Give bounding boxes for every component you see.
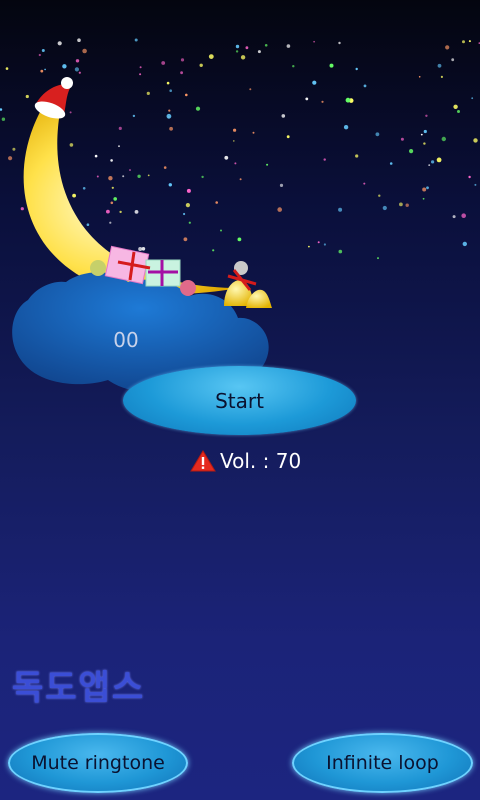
volume-indicator: Vol. : 70: [190, 447, 301, 475]
warning-icon: [190, 450, 216, 472]
bells-icon: [224, 261, 272, 308]
brand-logo-text: 독도앱스: [12, 668, 146, 708]
counter-display: 00: [113, 328, 139, 352]
volume-text: Vol. : 70: [220, 449, 302, 473]
mute-ringtone-button[interactable]: Mute ringtone: [8, 733, 188, 793]
moon-decoration: [12, 77, 272, 393]
infinite-loop-button[interactable]: Infinite loop: [292, 733, 473, 793]
start-button[interactable]: Start: [123, 366, 356, 435]
app-screen: 00 Start Vol. : 70 독도앱스 Mute ringtone In…: [0, 0, 480, 800]
